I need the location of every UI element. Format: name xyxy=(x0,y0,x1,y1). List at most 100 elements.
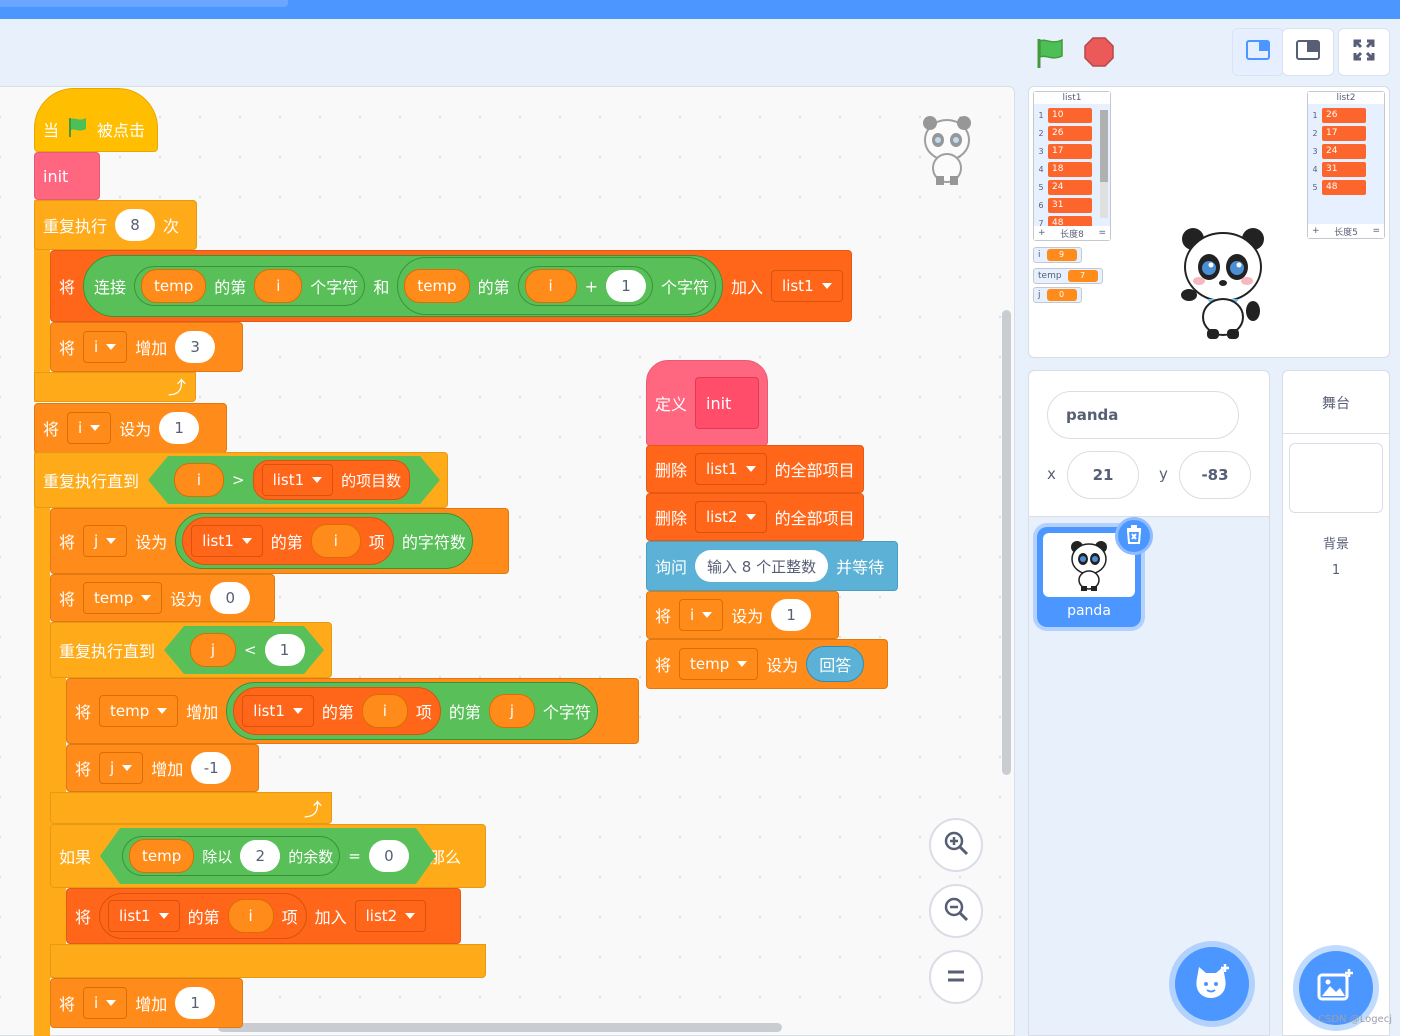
list-item[interactable]: 2 26 xyxy=(1034,124,1110,142)
list-item[interactable]: 3 24 xyxy=(1308,142,1384,160)
list-dropdown[interactable]: list2 xyxy=(695,501,767,533)
list-dropdown[interactable]: list1 xyxy=(191,525,263,557)
if-bottom[interactable] xyxy=(50,944,486,978)
list-item[interactable]: 4 31 xyxy=(1308,160,1384,178)
list-dropdown[interactable]: list1 xyxy=(108,900,180,932)
when-flag-clicked-block[interactable]: 当 被点击 xyxy=(34,88,158,152)
set-variable-block[interactable]: 将 j 设为 list1 的第 i 项 的字符数 xyxy=(50,508,509,574)
list-scrollbar[interactable] xyxy=(1100,110,1108,218)
variable-dropdown[interactable]: i xyxy=(83,331,128,363)
i-variable[interactable]: i xyxy=(361,694,408,728)
choose-sprite-button[interactable] xyxy=(1175,947,1249,1021)
number-input[interactable]: 3 xyxy=(175,331,216,363)
i-variable[interactable]: i xyxy=(174,463,224,497)
zoom-out-button[interactable] xyxy=(929,884,983,938)
sprite-tile-panda[interactable]: panda xyxy=(1037,517,1153,627)
variable-dropdown[interactable]: i xyxy=(679,599,724,631)
length-of-reporter[interactable]: list1 的第 i 项 的字符数 xyxy=(175,513,473,569)
add-item-icon[interactable]: + xyxy=(1038,228,1046,238)
variable-dropdown[interactable]: temp xyxy=(99,695,179,727)
set-variable-block[interactable]: 将 i 设为 1 xyxy=(34,403,227,453)
add-reporter[interactable]: i + 1 xyxy=(517,266,653,306)
list-item-value[interactable]: 48 xyxy=(1048,215,1092,226)
j-variable[interactable]: j xyxy=(190,633,236,667)
stage-selector-panel[interactable]: 舞台 背景 1 xyxy=(1282,370,1390,1036)
less-than-reporter[interactable]: j < 1 xyxy=(164,626,324,674)
add-to-list-block[interactable]: 将 连接 temp 的第 i 个字符 和 temp 的第 i + 1 个字符 加… xyxy=(50,250,852,322)
sprite-name-field[interactable]: panda xyxy=(1047,391,1239,439)
item-of-list-reporter[interactable]: list1 的第 i 项 xyxy=(233,687,441,735)
equals-reporter[interactable]: temp 除以 2 的余数 = 0 xyxy=(100,828,436,884)
file-tab[interactable] xyxy=(0,0,288,7)
number-input[interactable]: 0 xyxy=(369,840,409,872)
init-call-block[interactable]: init xyxy=(34,152,100,200)
list-item-value[interactable]: 24 xyxy=(1048,179,1092,195)
stage[interactable]: list1 1 10 2 26 3 17 4 18 5 24 6 31 7 48 + 长度8 = list… xyxy=(1028,86,1390,358)
until-inner-bottom[interactable] xyxy=(50,792,332,824)
list-item-value[interactable]: 17 xyxy=(1048,143,1092,159)
answer-reporter[interactable]: 回答 xyxy=(806,646,865,682)
list-item[interactable]: 4 18 xyxy=(1034,160,1110,178)
list-item[interactable]: 3 17 xyxy=(1034,142,1110,160)
number-input[interactable]: 1 xyxy=(606,270,646,302)
variable-dropdown[interactable]: i xyxy=(67,412,112,444)
mod-reporter[interactable]: temp 除以 2 的余数 xyxy=(122,836,340,876)
delete-all-block[interactable]: 删除 list2 的全部项目 xyxy=(646,493,864,541)
add-item-icon[interactable]: + xyxy=(1312,226,1320,236)
temp-variable[interactable]: temp xyxy=(129,839,194,873)
zoom-reset-button[interactable] xyxy=(929,950,983,1004)
set-variable-block[interactable]: 将 temp 设为 0 xyxy=(50,574,275,622)
i-variable[interactable]: i xyxy=(227,899,274,933)
list-item-value[interactable]: 18 xyxy=(1048,161,1092,177)
i-variable[interactable]: i xyxy=(310,524,361,558)
variable-dropdown[interactable]: temp xyxy=(83,582,163,614)
define-block[interactable]: 定义 init xyxy=(646,360,768,446)
list-item-value[interactable]: 31 xyxy=(1322,161,1366,177)
resize-handle-icon[interactable]: = xyxy=(1098,228,1106,238)
letter-of-reporter[interactable]: temp 的第 i + 1 个字符 xyxy=(397,257,717,315)
number-input[interactable]: 1 xyxy=(175,987,216,1019)
variable-dropdown[interactable]: j xyxy=(83,525,128,557)
question-input[interactable]: 输入 8 个正整数 xyxy=(695,550,829,582)
letter-of-reporter[interactable]: temp 的第 i 个字符 xyxy=(134,266,366,306)
i-variable[interactable]: i xyxy=(524,269,577,303)
list-item[interactable]: 5 48 xyxy=(1308,178,1384,196)
stop-icon[interactable] xyxy=(1083,36,1115,72)
j-variable[interactable]: j xyxy=(488,694,535,728)
list-item[interactable]: 1 26 xyxy=(1308,106,1384,124)
list-item-value[interactable]: 26 xyxy=(1048,125,1092,141)
list-item-value[interactable]: 10 xyxy=(1048,107,1092,123)
list-length-reporter[interactable]: list1 的项目数 xyxy=(253,460,411,500)
vertical-scrollbar[interactable] xyxy=(1002,310,1011,775)
backdrop-thumbnail[interactable] xyxy=(1289,443,1383,513)
greater-than-reporter[interactable]: i > list1 的项目数 xyxy=(148,456,440,504)
list-item[interactable]: 6 31 xyxy=(1034,196,1110,214)
zoom-in-button[interactable] xyxy=(929,818,983,872)
small-stage-button[interactable] xyxy=(1232,28,1284,76)
y-field[interactable]: -83 xyxy=(1179,451,1251,499)
i-variable[interactable]: i xyxy=(254,269,303,303)
resize-handle-icon[interactable]: = xyxy=(1372,226,1380,236)
horizontal-scrollbar[interactable] xyxy=(218,1023,782,1032)
change-variable-block[interactable]: 将 temp 增加 list1 的第 i 项 的第 j 个字符 xyxy=(66,678,639,744)
item-of-list-reporter[interactable]: list1 的第 i 项 xyxy=(99,893,307,939)
number-input[interactable]: 2 xyxy=(240,840,280,872)
number-input[interactable]: 0 xyxy=(210,582,251,614)
temp-variable[interactable]: temp xyxy=(141,269,207,303)
normal-stage-button[interactable] xyxy=(1282,28,1334,76)
letter-of-reporter[interactable]: list1 的第 i 项 的第 j 个字符 xyxy=(226,682,598,740)
variable-dropdown[interactable]: i xyxy=(83,987,128,1019)
list-item[interactable]: 7 48 xyxy=(1034,214,1110,226)
x-field[interactable]: 21 xyxy=(1067,451,1139,499)
list-dropdown[interactable]: list1 xyxy=(242,695,314,727)
list-item[interactable]: 5 24 xyxy=(1034,178,1110,196)
green-flag-icon[interactable] xyxy=(1034,36,1068,74)
list-dropdown[interactable]: list1 xyxy=(262,464,334,496)
delete-all-block[interactable]: 删除 list1 的全部项目 xyxy=(646,445,864,493)
repeat-count-input[interactable]: 8 xyxy=(115,209,156,241)
change-variable-block[interactable]: 将 j 增加 -1 xyxy=(66,744,259,792)
list-dropdown[interactable]: list1 xyxy=(695,453,767,485)
set-variable-block[interactable]: 将 i 设为 1 xyxy=(646,591,839,639)
set-variable-block[interactable]: 将 temp 设为 回答 xyxy=(646,639,888,689)
ask-and-wait-block[interactable]: 询问 输入 8 个正整数 并等待 xyxy=(646,541,898,591)
